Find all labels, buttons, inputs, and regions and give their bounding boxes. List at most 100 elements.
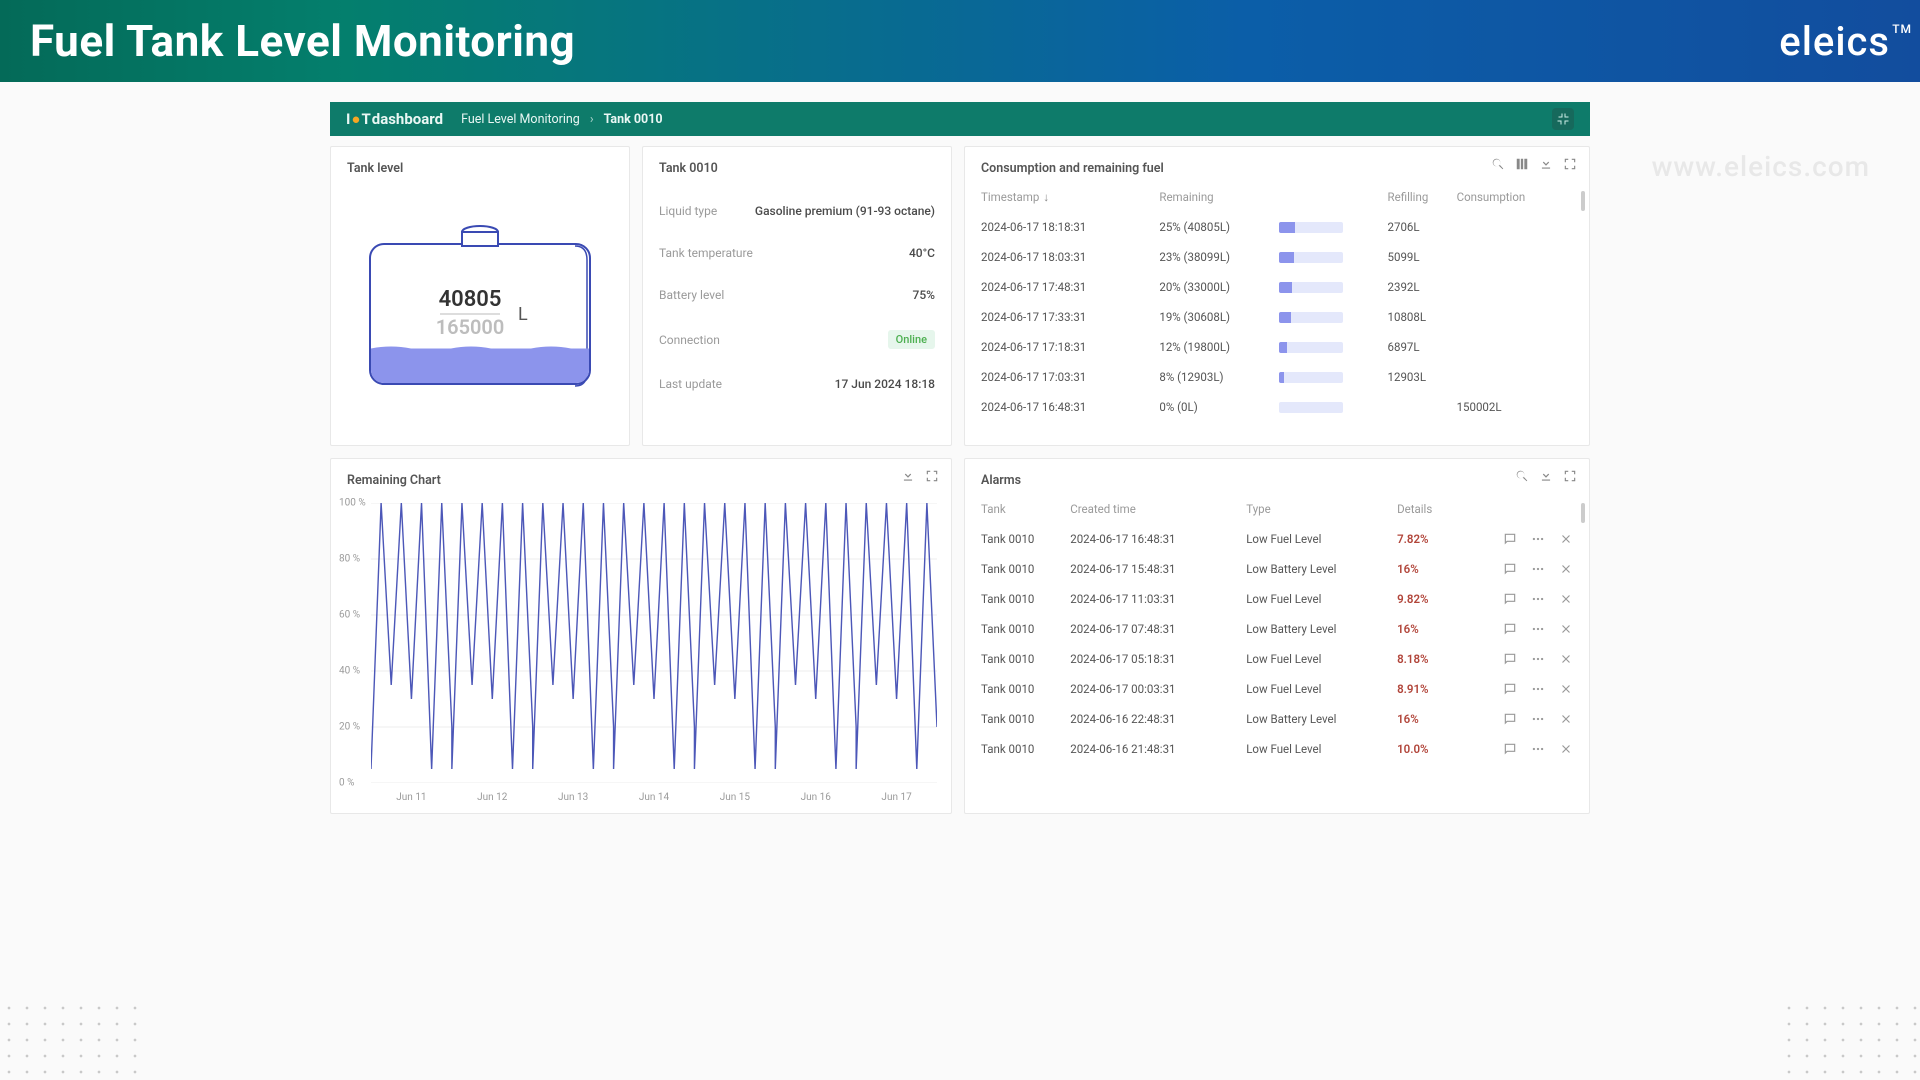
cell-tank: Tank 0010 [981, 614, 1070, 644]
table-row[interactable]: 2024-06-17 17:33:3119% (30608L)10808L [981, 302, 1573, 332]
column-header[interactable] [1279, 186, 1387, 212]
cell-progress [1279, 362, 1387, 392]
alarm-row[interactable]: Tank 00102024-06-17 00:03:31Low Fuel Lev… [981, 674, 1573, 704]
comment-icon[interactable] [1503, 622, 1517, 636]
download-icon[interactable] [1539, 469, 1553, 483]
cell-consumption [1457, 242, 1573, 272]
alarm-row[interactable]: Tank 00102024-06-16 22:48:31Low Battery … [981, 704, 1573, 734]
download-icon[interactable] [1539, 157, 1553, 171]
close-icon[interactable] [1559, 622, 1573, 636]
cell-tank: Tank 0010 [981, 524, 1070, 554]
decorative-dots [1780, 1000, 1920, 1080]
cell-timestamp: 2024-06-17 18:18:31 [981, 212, 1159, 242]
collapse-icon[interactable] [1552, 108, 1574, 130]
app-logo: I ●Tdashboard [346, 110, 443, 128]
info-key: Tank temperature [659, 246, 753, 260]
column-header[interactable]: Remaining [1159, 186, 1279, 212]
chart-line [371, 503, 937, 769]
cell-tank: Tank 0010 [981, 734, 1070, 764]
fullscreen-icon[interactable] [1563, 469, 1577, 483]
x-tick-label: Jun 11 [396, 792, 426, 803]
column-header[interactable]: Details [1397, 498, 1456, 524]
column-header[interactable]: Timestamp [981, 186, 1159, 212]
more-icon[interactable] [1531, 682, 1545, 696]
y-tick-label: 60 % [339, 610, 360, 621]
comment-icon[interactable] [1503, 562, 1517, 576]
scrollbar-thumb[interactable] [1581, 503, 1585, 523]
table-row[interactable]: 2024-06-17 17:18:3112% (19800L)6897L [981, 332, 1573, 362]
table-row[interactable]: 2024-06-17 18:03:3123% (38099L)5099L [981, 242, 1573, 272]
alarms-card: Alarms TankCreated timeTypeDetailsTank 0… [964, 458, 1590, 814]
close-icon[interactable] [1559, 682, 1573, 696]
alarm-row[interactable]: Tank 00102024-06-17 11:03:31Low Fuel Lev… [981, 584, 1573, 614]
cell-actions [1456, 734, 1573, 764]
alarm-row[interactable]: Tank 00102024-06-17 16:48:31Low Fuel Lev… [981, 524, 1573, 554]
alarm-row[interactable]: Tank 00102024-06-17 07:48:31Low Battery … [981, 614, 1573, 644]
column-header[interactable]: Created time [1070, 498, 1246, 524]
cell-type: Low Battery Level [1246, 614, 1397, 644]
info-key: Liquid type [659, 204, 717, 218]
cell-progress [1279, 302, 1387, 332]
brand-logo: eleicsTM [1779, 18, 1890, 65]
svg-text:L: L [518, 304, 528, 325]
search-icon[interactable] [1491, 157, 1505, 171]
cell-remaining: 12% (19800L) [1159, 332, 1279, 362]
comment-icon[interactable] [1503, 712, 1517, 726]
alarm-row[interactable]: Tank 00102024-06-17 15:48:31Low Battery … [981, 554, 1573, 584]
comment-icon[interactable] [1503, 532, 1517, 546]
table-row[interactable]: 2024-06-17 17:48:3120% (33000L)2392L [981, 272, 1573, 302]
tank-info-card: Tank 0010 Liquid typeGasoline premium (9… [642, 146, 952, 446]
alarm-row[interactable]: Tank 00102024-06-16 21:48:31Low Fuel Lev… [981, 734, 1573, 764]
close-icon[interactable] [1559, 562, 1573, 576]
close-icon[interactable] [1559, 532, 1573, 546]
alarm-row[interactable]: Tank 00102024-06-17 05:18:31Low Fuel Lev… [981, 644, 1573, 674]
more-icon[interactable] [1531, 562, 1545, 576]
cell-details: 16% [1397, 554, 1456, 584]
column-header[interactable]: Tank [981, 498, 1070, 524]
table-row[interactable]: 2024-06-17 16:48:310% (0L)150002L [981, 392, 1573, 422]
more-icon[interactable] [1531, 532, 1545, 546]
cell-details: 9.82% [1397, 584, 1456, 614]
download-icon[interactable] [901, 469, 915, 483]
cell-actions [1456, 554, 1573, 584]
tank-level-card: Tank level [330, 146, 630, 446]
y-tick-label: 80 % [339, 554, 360, 565]
cell-timestamp: 2024-06-17 17:33:31 [981, 302, 1159, 332]
svg-text:40805: 40805 [439, 287, 502, 312]
page-banner: Fuel Tank Level Monitoring eleicsTM [0, 0, 1920, 82]
close-icon[interactable] [1559, 742, 1573, 756]
comment-icon[interactable] [1503, 592, 1517, 606]
more-icon[interactable] [1531, 622, 1545, 636]
cell-details: 16% [1397, 704, 1456, 734]
cell-type: Low Battery Level [1246, 554, 1397, 584]
info-row: ConnectionOnline [659, 330, 935, 349]
cell-consumption: 150002L [1457, 392, 1573, 422]
y-tick-label: 20 % [339, 722, 360, 733]
comment-icon[interactable] [1503, 682, 1517, 696]
cell-actions [1456, 614, 1573, 644]
close-icon[interactable] [1559, 592, 1573, 606]
column-header[interactable]: Type [1246, 498, 1397, 524]
comment-icon[interactable] [1503, 652, 1517, 666]
cell-time: 2024-06-17 00:03:31 [1070, 674, 1246, 704]
more-icon[interactable] [1531, 592, 1545, 606]
column-header[interactable]: Refilling [1388, 186, 1457, 212]
comment-icon[interactable] [1503, 742, 1517, 756]
columns-icon[interactable] [1515, 157, 1529, 171]
fullscreen-icon[interactable] [925, 469, 939, 483]
cell-progress [1279, 272, 1387, 302]
more-icon[interactable] [1531, 712, 1545, 726]
close-icon[interactable] [1559, 652, 1573, 666]
breadcrumb-parent[interactable]: Fuel Level Monitoring [461, 112, 580, 127]
search-icon[interactable] [1515, 469, 1529, 483]
more-icon[interactable] [1531, 742, 1545, 756]
tank-gauge: 40805 165000 L [350, 216, 610, 406]
table-row[interactable]: 2024-06-17 18:18:3125% (40805L)2706L [981, 212, 1573, 242]
column-header[interactable]: Consumption [1457, 186, 1573, 212]
close-icon[interactable] [1559, 712, 1573, 726]
cell-type: Low Battery Level [1246, 704, 1397, 734]
scrollbar-thumb[interactable] [1581, 191, 1585, 211]
table-row[interactable]: 2024-06-17 17:03:318% (12903L)12903L [981, 362, 1573, 392]
fullscreen-icon[interactable] [1563, 157, 1577, 171]
more-icon[interactable] [1531, 652, 1545, 666]
